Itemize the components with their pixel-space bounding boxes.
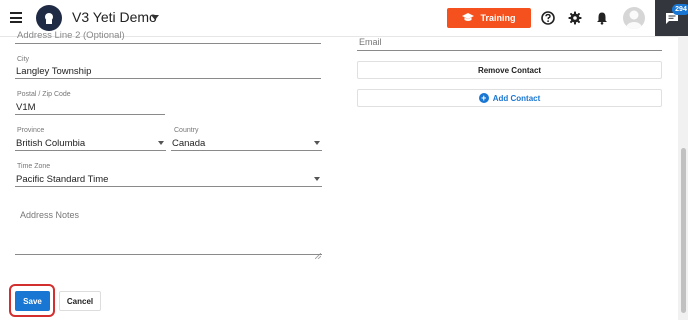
notes-underline bbox=[15, 254, 322, 255]
postal-input[interactable]: V1M bbox=[16, 102, 36, 113]
training-label: Training bbox=[480, 13, 516, 23]
postal-underline bbox=[15, 114, 165, 115]
remove-contact-label: Remove Contact bbox=[477, 65, 542, 75]
timezone-label: Time Zone bbox=[17, 163, 51, 170]
app-logo[interactable] bbox=[36, 5, 62, 31]
country-select[interactable]: Canada bbox=[172, 138, 205, 149]
avatar[interactable] bbox=[623, 7, 645, 29]
country-chevron-icon[interactable] bbox=[314, 141, 320, 145]
plus-circle-icon: + bbox=[478, 93, 489, 103]
training-button[interactable]: Training bbox=[447, 8, 531, 28]
cancel-button[interactable]: Cancel bbox=[59, 291, 101, 311]
address-line2-underline bbox=[15, 43, 321, 44]
app-title[interactable]: V3 Yeti Demo bbox=[72, 9, 157, 25]
country-underline bbox=[171, 150, 322, 151]
postal-label: Postal / Zip Code bbox=[17, 91, 71, 98]
address-notes-textarea[interactable]: Address Notes bbox=[20, 210, 79, 220]
remove-contact-button[interactable]: Remove Contact bbox=[357, 61, 662, 79]
gear-icon[interactable] bbox=[568, 11, 582, 25]
country-label: Country bbox=[174, 127, 199, 134]
bell-icon[interactable] bbox=[595, 11, 609, 25]
add-contact-button[interactable]: + Add Contact bbox=[357, 89, 662, 107]
timezone-chevron-icon[interactable] bbox=[314, 177, 320, 181]
email-underline bbox=[357, 50, 662, 51]
help-icon[interactable] bbox=[541, 11, 555, 25]
timezone-select[interactable]: Pacific Standard Time bbox=[16, 174, 108, 185]
resize-handle-icon[interactable] bbox=[314, 246, 322, 260]
graduation-cap-icon bbox=[462, 13, 475, 21]
province-underline bbox=[15, 150, 166, 151]
city-input[interactable]: Langley Township bbox=[16, 66, 91, 77]
address-line2-field[interactable]: Address Line 2 (Optional) bbox=[17, 30, 125, 41]
chevron-down-icon[interactable] bbox=[151, 15, 159, 20]
menu-icon[interactable] bbox=[10, 12, 22, 23]
province-select[interactable]: British Columbia bbox=[16, 138, 85, 149]
city-underline bbox=[15, 78, 321, 79]
scrollbar-thumb[interactable] bbox=[681, 148, 686, 313]
province-chevron-icon[interactable] bbox=[158, 141, 164, 145]
add-contact-label: Add Contact bbox=[492, 93, 541, 103]
save-button[interactable]: Save bbox=[15, 291, 50, 311]
timezone-underline bbox=[15, 186, 322, 187]
province-label: Province bbox=[17, 127, 45, 134]
chat-count-badge: 294 bbox=[672, 4, 688, 15]
email-input[interactable]: Email bbox=[359, 37, 382, 47]
city-label: City bbox=[17, 56, 30, 63]
